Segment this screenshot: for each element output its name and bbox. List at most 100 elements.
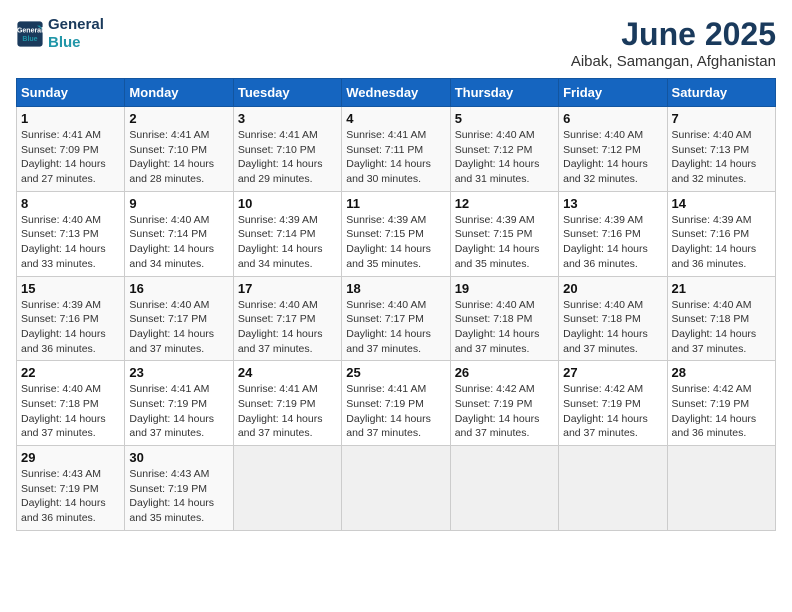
day-number: 12 (455, 196, 554, 211)
calendar-table: SundayMondayTuesdayWednesdayThursdayFrid… (16, 78, 776, 531)
calendar-cell: 2 Sunrise: 4:41 AMSunset: 7:10 PMDaylight… (125, 107, 233, 192)
calendar-week-row: 22Sunrise: 4:40 AMSunset: 7:18 PMDayligh… (17, 361, 776, 446)
day-info: Sunrise: 4:40 AMSunset: 7:13 PMDaylight:… (672, 128, 771, 187)
day-info: Sunrise: 4:40 AMSunset: 7:17 PMDaylight:… (129, 298, 228, 357)
day-info: Sunrise: 4:43 AMSunset: 7:19 PMDaylight:… (21, 467, 120, 526)
calendar-cell: 24 Sunrise: 4:41 AMSunset: 7:19 PMDayligh… (233, 361, 341, 446)
calendar-cell: 23Sunrise: 4:41 AMSunset: 7:19 PMDayligh… (125, 361, 233, 446)
day-info: Sunrise: 4:41 AMSunset: 7:09 PMDaylight:… (21, 128, 120, 187)
day-info: Sunrise: 4:39 AMSunset: 7:15 PMDaylight:… (346, 213, 445, 272)
day-info: Sunrise: 4:40 AMSunset: 7:13 PMDaylight:… (21, 213, 120, 272)
weekday-header-sunday: Sunday (17, 79, 125, 107)
day-info: Sunrise: 4:41 AMSunset: 7:10 PMDaylight:… (238, 128, 337, 187)
calendar-cell: 14 Sunrise: 4:39 AMSunset: 7:16 PMDayligh… (667, 191, 775, 276)
calendar-cell (233, 446, 341, 531)
day-number: 25 (346, 365, 445, 380)
day-number: 2 (129, 111, 228, 126)
day-number: 26 (455, 365, 554, 380)
weekday-header-monday: Monday (125, 79, 233, 107)
calendar-cell: 22Sunrise: 4:40 AMSunset: 7:18 PMDayligh… (17, 361, 125, 446)
day-number: 29 (21, 450, 120, 465)
weekday-header-tuesday: Tuesday (233, 79, 341, 107)
calendar-cell: 28 Sunrise: 4:42 AMSunset: 7:19 PMDayligh… (667, 361, 775, 446)
day-info: Sunrise: 4:40 AMSunset: 7:17 PMDaylight:… (346, 298, 445, 357)
location-title: Aibak, Samangan, Afghanistan (571, 53, 776, 70)
logo-text-general: General (48, 16, 104, 34)
day-number: 14 (672, 196, 771, 211)
day-number: 18 (346, 281, 445, 296)
day-number: 7 (672, 111, 771, 126)
day-number: 16 (129, 281, 228, 296)
calendar-week-row: 29 Sunrise: 4:43 AMSunset: 7:19 PMDayligh… (17, 446, 776, 531)
day-number: 4 (346, 111, 445, 126)
day-number: 21 (672, 281, 771, 296)
day-number: 30 (129, 450, 228, 465)
calendar-cell (559, 446, 667, 531)
calendar-cell: 1 Sunrise: 4:41 AMSunset: 7:09 PMDaylight… (17, 107, 125, 192)
svg-text:Blue: Blue (22, 36, 37, 43)
day-info: Sunrise: 4:40 AMSunset: 7:18 PMDaylight:… (563, 298, 662, 357)
day-number: 24 (238, 365, 337, 380)
calendar-cell: 26 Sunrise: 4:42 AMSunset: 7:19 PMDayligh… (450, 361, 558, 446)
calendar-cell: 8Sunrise: 4:40 AMSunset: 7:13 PMDaylight… (17, 191, 125, 276)
calendar-cell: 17 Sunrise: 4:40 AMSunset: 7:17 PMDayligh… (233, 276, 341, 361)
calendar-cell: 15 Sunrise: 4:39 AMSunset: 7:16 PMDayligh… (17, 276, 125, 361)
day-number: 9 (129, 196, 228, 211)
day-number: 20 (563, 281, 662, 296)
page-header: General Blue General Blue June 2025 Aiba… (16, 16, 776, 70)
day-info: Sunrise: 4:41 AMSunset: 7:10 PMDaylight:… (129, 128, 228, 187)
calendar-cell: 30 Sunrise: 4:43 AMSunset: 7:19 PMDayligh… (125, 446, 233, 531)
calendar-cell: 27Sunrise: 4:42 AMSunset: 7:19 PMDayligh… (559, 361, 667, 446)
day-number: 22 (21, 365, 120, 380)
calendar-cell: 29 Sunrise: 4:43 AMSunset: 7:19 PMDayligh… (17, 446, 125, 531)
day-number: 10 (238, 196, 337, 211)
day-info: Sunrise: 4:40 AMSunset: 7:12 PMDaylight:… (563, 128, 662, 187)
calendar-cell: 20 Sunrise: 4:40 AMSunset: 7:18 PMDayligh… (559, 276, 667, 361)
calendar-cell: 21Sunrise: 4:40 AMSunset: 7:18 PMDayligh… (667, 276, 775, 361)
logo-icon: General Blue (16, 20, 44, 48)
calendar-cell: 10 Sunrise: 4:39 AMSunset: 7:14 PMDayligh… (233, 191, 341, 276)
day-number: 6 (563, 111, 662, 126)
calendar-cell: 6 Sunrise: 4:40 AMSunset: 7:12 PMDaylight… (559, 107, 667, 192)
day-info: Sunrise: 4:40 AMSunset: 7:12 PMDaylight:… (455, 128, 554, 187)
day-number: 27 (563, 365, 662, 380)
day-number: 17 (238, 281, 337, 296)
title-block: June 2025 Aibak, Samangan, Afghanistan (571, 16, 776, 70)
day-info: Sunrise: 4:42 AMSunset: 7:19 PMDaylight:… (455, 382, 554, 441)
day-info: Sunrise: 4:40 AMSunset: 7:17 PMDaylight:… (238, 298, 337, 357)
day-info: Sunrise: 4:42 AMSunset: 7:19 PMDaylight:… (672, 382, 771, 441)
calendar-cell: 19Sunrise: 4:40 AMSunset: 7:18 PMDayligh… (450, 276, 558, 361)
weekday-header-wednesday: Wednesday (342, 79, 450, 107)
day-number: 15 (21, 281, 120, 296)
calendar-cell: 16 Sunrise: 4:40 AMSunset: 7:17 PMDayligh… (125, 276, 233, 361)
calendar-header-row: SundayMondayTuesdayWednesdayThursdayFrid… (17, 79, 776, 107)
day-info: Sunrise: 4:39 AMSunset: 7:16 PMDaylight:… (563, 213, 662, 272)
weekday-header-thursday: Thursday (450, 79, 558, 107)
calendar-cell: 11Sunrise: 4:39 AMSunset: 7:15 PMDayligh… (342, 191, 450, 276)
logo-text-blue: Blue (48, 34, 104, 52)
day-number: 1 (21, 111, 120, 126)
day-info: Sunrise: 4:39 AMSunset: 7:16 PMDaylight:… (21, 298, 120, 357)
calendar-cell: 12Sunrise: 4:39 AMSunset: 7:15 PMDayligh… (450, 191, 558, 276)
day-info: Sunrise: 4:39 AMSunset: 7:14 PMDaylight:… (238, 213, 337, 272)
svg-text:General: General (17, 28, 43, 35)
day-info: Sunrise: 4:41 AMSunset: 7:19 PMDaylight:… (129, 382, 228, 441)
logo: General Blue General Blue (16, 16, 104, 52)
calendar-cell: 3 Sunrise: 4:41 AMSunset: 7:10 PMDaylight… (233, 107, 341, 192)
calendar-week-row: 8Sunrise: 4:40 AMSunset: 7:13 PMDaylight… (17, 191, 776, 276)
day-info: Sunrise: 4:40 AMSunset: 7:14 PMDaylight:… (129, 213, 228, 272)
day-number: 19 (455, 281, 554, 296)
day-info: Sunrise: 4:43 AMSunset: 7:19 PMDaylight:… (129, 467, 228, 526)
day-number: 13 (563, 196, 662, 211)
weekday-header-friday: Friday (559, 79, 667, 107)
day-info: Sunrise: 4:41 AMSunset: 7:19 PMDaylight:… (238, 382, 337, 441)
day-info: Sunrise: 4:39 AMSunset: 7:16 PMDaylight:… (672, 213, 771, 272)
calendar-cell: 4Sunrise: 4:41 AMSunset: 7:11 PMDaylight… (342, 107, 450, 192)
day-number: 28 (672, 365, 771, 380)
day-info: Sunrise: 4:41 AMSunset: 7:19 PMDaylight:… (346, 382, 445, 441)
month-title: June 2025 (571, 16, 776, 53)
calendar-cell (450, 446, 558, 531)
day-number: 5 (455, 111, 554, 126)
calendar-week-row: 15 Sunrise: 4:39 AMSunset: 7:16 PMDayligh… (17, 276, 776, 361)
day-number: 3 (238, 111, 337, 126)
